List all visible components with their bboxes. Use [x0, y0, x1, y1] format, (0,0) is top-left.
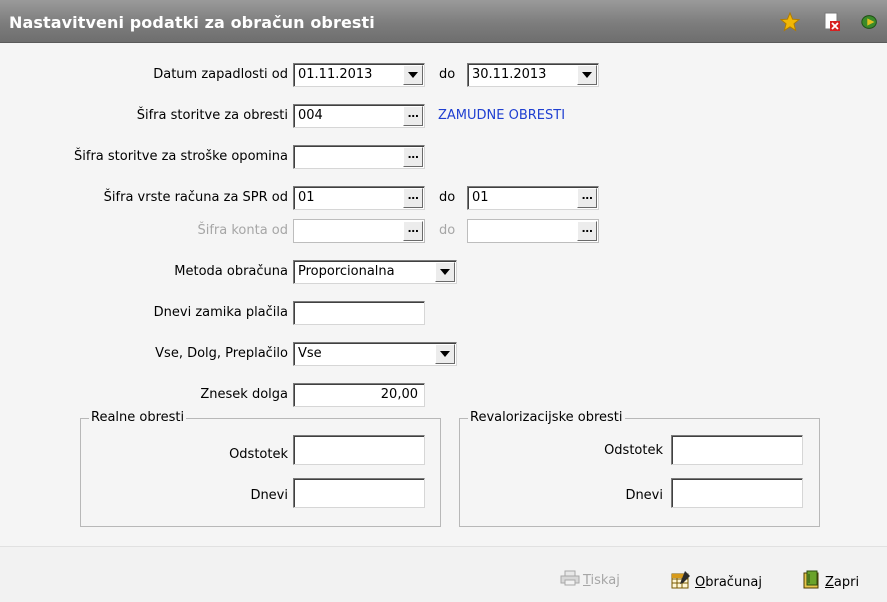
- browse-icon[interactable]: ...: [403, 147, 423, 167]
- datum-label: Datum zapadlosti od: [153, 67, 288, 82]
- do-label: do: [439, 67, 456, 82]
- tiskaj-button[interactable]: Tiskaj: [560, 570, 620, 590]
- dnevi-zamika-label: Dnevi zamika plačila: [153, 305, 288, 320]
- window-title: Nastavitveni podatki za obračun obresti: [9, 13, 375, 32]
- chevron-down-icon[interactable]: [403, 65, 423, 85]
- sifra-storitve-description: ZAMUDNE OBRESTI: [438, 108, 566, 123]
- calculator-icon: [670, 570, 692, 594]
- metoda-select[interactable]: Proporcionalna: [293, 260, 457, 284]
- browse-icon[interactable]: ...: [403, 188, 423, 208]
- sifra-konta-label: Šifra konta od: [197, 223, 288, 238]
- znesek-dolga-label: Znesek dolga: [200, 387, 288, 402]
- datum-do-select[interactable]: 30.11.2013: [467, 63, 599, 87]
- reval-odstotek-input[interactable]: [671, 435, 803, 465]
- chevron-down-icon[interactable]: [435, 262, 455, 282]
- browse-icon[interactable]: ...: [577, 221, 597, 241]
- reval-odstotek-label: Odstotek: [604, 443, 663, 458]
- realne-dnevi-input[interactable]: [293, 478, 425, 508]
- stroski-opomina-input[interactable]: ...: [293, 145, 425, 169]
- datum-od-select[interactable]: 01.11.2013: [293, 63, 425, 87]
- vrsta-racuna-label: Šifra vrste računa za SPR od: [103, 190, 288, 205]
- realne-odstotek-label: Odstotek: [229, 447, 288, 462]
- dnevi-zamika-input[interactable]: [293, 301, 425, 325]
- sifra-storitve-input[interactable]: 004 ...: [293, 104, 425, 128]
- vse-dolg-preplacilo-label: Vse, Dolg, Preplačilo: [155, 346, 288, 361]
- close-book-icon: [802, 570, 822, 594]
- vrsta-racuna-od-input[interactable]: 01 ...: [293, 186, 425, 210]
- browse-icon[interactable]: ...: [403, 106, 423, 126]
- browse-icon[interactable]: ...: [403, 221, 423, 241]
- znesek-dolga-input[interactable]: 20,00: [293, 383, 425, 407]
- vse-dolg-preplacilo-select[interactable]: Vse: [293, 342, 457, 366]
- chevron-down-icon[interactable]: [435, 344, 455, 364]
- realne-obresti-legend: Realne obresti: [89, 410, 187, 425]
- reval-dnevi-input[interactable]: [671, 478, 803, 508]
- stroski-opomina-label: Šifra storitve za stroške opomina: [74, 149, 288, 164]
- reval-dnevi-label: Dnevi: [625, 488, 663, 503]
- chevron-down-icon[interactable]: [577, 65, 597, 85]
- obracunaj-button[interactable]: Obračunaj: [670, 570, 762, 594]
- close-document-icon[interactable]: [822, 12, 842, 32]
- printer-icon: [560, 570, 580, 590]
- revalorizacijske-obresti-legend: Revalorizacijske obresti: [468, 410, 625, 425]
- do-label: do: [439, 190, 456, 205]
- metoda-label: Metoda obračuna: [174, 264, 288, 279]
- realne-odstotek-input[interactable]: [293, 435, 425, 465]
- vrsta-racuna-do-input[interactable]: 01 ...: [467, 186, 599, 210]
- sifra-konta-do-input[interactable]: ...: [467, 219, 599, 243]
- sifra-storitve-label: Šifra storitve za obresti: [136, 108, 288, 123]
- star-icon[interactable]: [780, 12, 800, 32]
- sifra-konta-od-input[interactable]: ...: [293, 219, 425, 243]
- realne-dnevi-label: Dnevi: [250, 488, 288, 503]
- title-bar: Nastavitveni podatki za obračun obresti: [0, 0, 887, 43]
- do-label: do: [439, 223, 456, 238]
- exit-icon[interactable]: [860, 12, 880, 32]
- browse-icon[interactable]: ...: [577, 188, 597, 208]
- zapri-button[interactable]: Zapri: [802, 570, 859, 594]
